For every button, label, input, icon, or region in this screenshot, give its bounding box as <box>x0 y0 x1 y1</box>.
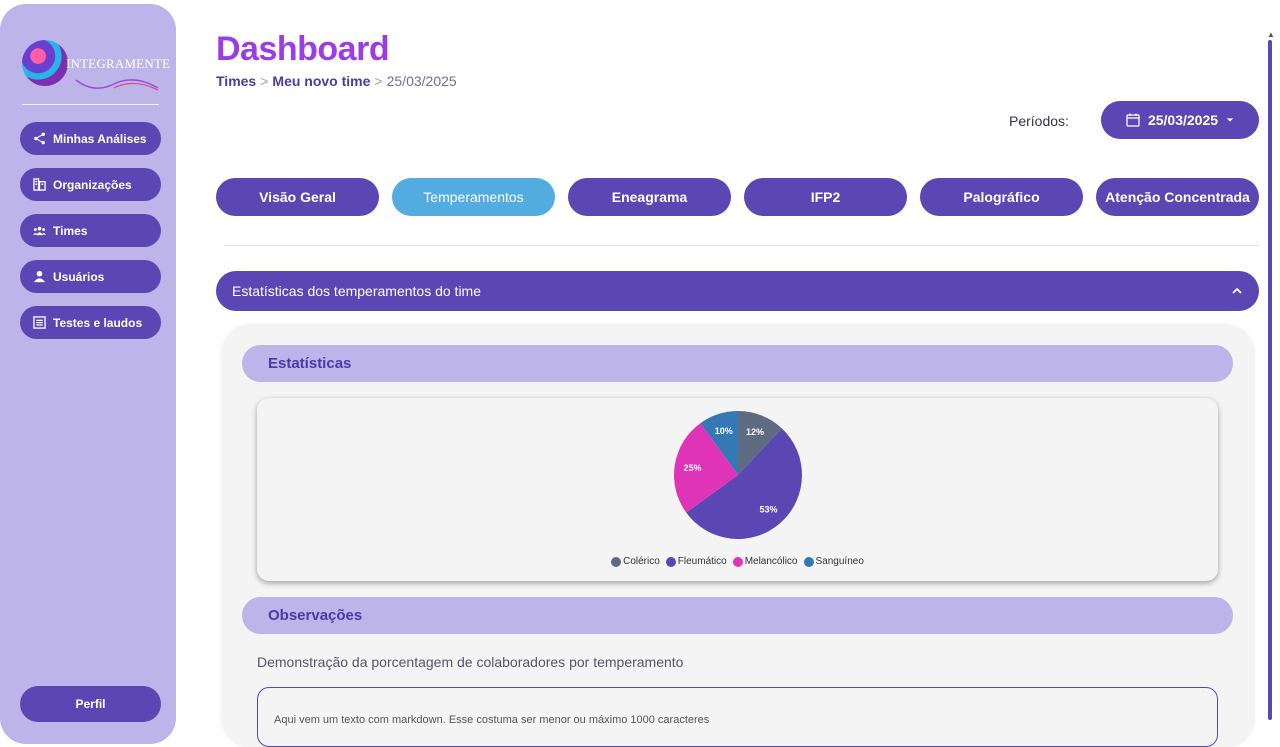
tab-ifp2[interactable]: IFP2 <box>744 178 907 216</box>
legend-label: Melancólico <box>744 556 798 567</box>
period-date-value: 25/03/2025 <box>1147 112 1219 128</box>
scrollbar[interactable] <box>1268 40 1272 720</box>
page-title: Dashboard <box>216 30 390 68</box>
sidebar-item-times[interactable]: Times <box>20 214 161 247</box>
sidebar-item-label: Times <box>53 223 88 238</box>
sidebar-item-label: Minhas Análises <box>53 131 147 146</box>
legend-label: Sanguíneo <box>815 556 864 567</box>
chevron-up-icon[interactable] <box>1231 285 1243 297</box>
building-icon <box>33 178 46 191</box>
pie-data-label: 53% <box>759 505 777 515</box>
tab-visao-geral[interactable]: Visão Geral <box>216 178 379 216</box>
temperaments-accordion-header[interactable]: Estatísticas dos temperamentos do time <box>216 271 1259 311</box>
pie-chart-card: 12% 53% 25% 10% Colérico Fleumático Melancóli… <box>257 398 1218 581</box>
legend-item[interactable]: Fleumático <box>665 556 727 567</box>
breadcrumb-times[interactable]: Times <box>216 73 256 89</box>
observations-section-header: Observações <box>242 597 1233 634</box>
legend-item[interactable]: Colérico <box>611 556 660 567</box>
period-date-dropdown[interactable]: 25/03/2025 <box>1101 101 1259 139</box>
pie-data-label: 10% <box>715 426 733 436</box>
pie-data-label: 25% <box>683 463 701 473</box>
legend-dot-icon <box>611 556 622 567</box>
list-icon <box>33 316 46 329</box>
tab-temperamentos[interactable]: Temperamentos <box>392 178 555 216</box>
legend-item[interactable]: Melancólico <box>732 556 798 567</box>
brain-logo-icon <box>22 40 68 86</box>
sidebar-item-label: Organizações <box>53 177 132 192</box>
group-icon <box>33 226 46 236</box>
calendar-icon <box>1126 113 1140 127</box>
logo-swoosh-icon <box>75 79 159 91</box>
stats-section-header: Estatísticas <box>242 345 1233 382</box>
breadcrumb-separator: > <box>374 73 383 89</box>
share-icon <box>34 132 45 145</box>
legend-dot-icon <box>665 556 676 567</box>
tab-palografico[interactable]: Palográfico <box>920 178 1083 216</box>
sidebar-item-minhas-analises[interactable]: Minhas Análises <box>20 122 161 155</box>
sidebar-item-usuarios[interactable]: Usuários <box>20 260 161 293</box>
markdown-text: Aqui vem um texto com markdown. Esse cos… <box>274 714 710 726</box>
legend-label: Colérico <box>623 556 660 567</box>
breadcrumb-separator: > <box>260 73 269 89</box>
accordion-title: Estatísticas dos temperamentos do time <box>232 283 481 299</box>
sidebar-item-label: Usuários <box>53 269 105 284</box>
legend-label: Fleumático <box>677 556 727 567</box>
markdown-observations-box: Aqui vem um texto com markdown. Esse cos… <box>257 687 1218 747</box>
breadcrumb-date: 25/03/2025 <box>386 73 457 89</box>
logo-text: INTEGRAMENTE <box>66 56 171 71</box>
legend-dot-icon <box>732 556 743 567</box>
scroll-up-arrow-icon[interactable]: ▲ <box>1267 30 1275 39</box>
breadcrumb: Times > Meu novo time > 25/03/2025 <box>216 73 457 89</box>
pie-data-label: 12% <box>746 427 764 437</box>
chart-legend: Colérico Fleumático Melancólico Sanguíneo <box>257 556 1218 567</box>
periods-label: Períodos: <box>1009 113 1069 129</box>
sidebar-divider <box>22 104 159 105</box>
sidebar-item-testes-laudos[interactable]: Testes e laudos <box>20 306 161 339</box>
divider <box>224 245 1259 246</box>
sidebar: INTEGRAMENTE Minhas Análises Organizaçõe… <box>0 4 176 744</box>
sidebar-item-label: Testes e laudos <box>53 315 143 330</box>
legend-dot-icon <box>803 556 814 567</box>
tab-atencao-concentrada[interactable]: Atenção Concentrada <box>1096 178 1259 216</box>
logo: INTEGRAMENTE <box>22 38 170 96</box>
chevron-down-icon <box>1226 118 1234 122</box>
profile-button[interactable]: Perfil <box>20 686 161 722</box>
pie-chart: 12% 53% 25% 10% <box>674 411 802 539</box>
chart-description: Demonstração da porcentagem de colaborad… <box>257 654 684 670</box>
legend-item[interactable]: Sanguíneo <box>803 556 864 567</box>
sidebar-item-organizacoes[interactable]: Organizações <box>20 168 161 201</box>
tab-eneagrama[interactable]: Eneagrama <box>568 178 731 216</box>
person-icon <box>33 270 46 283</box>
breadcrumb-team[interactable]: Meu novo time <box>272 73 370 89</box>
